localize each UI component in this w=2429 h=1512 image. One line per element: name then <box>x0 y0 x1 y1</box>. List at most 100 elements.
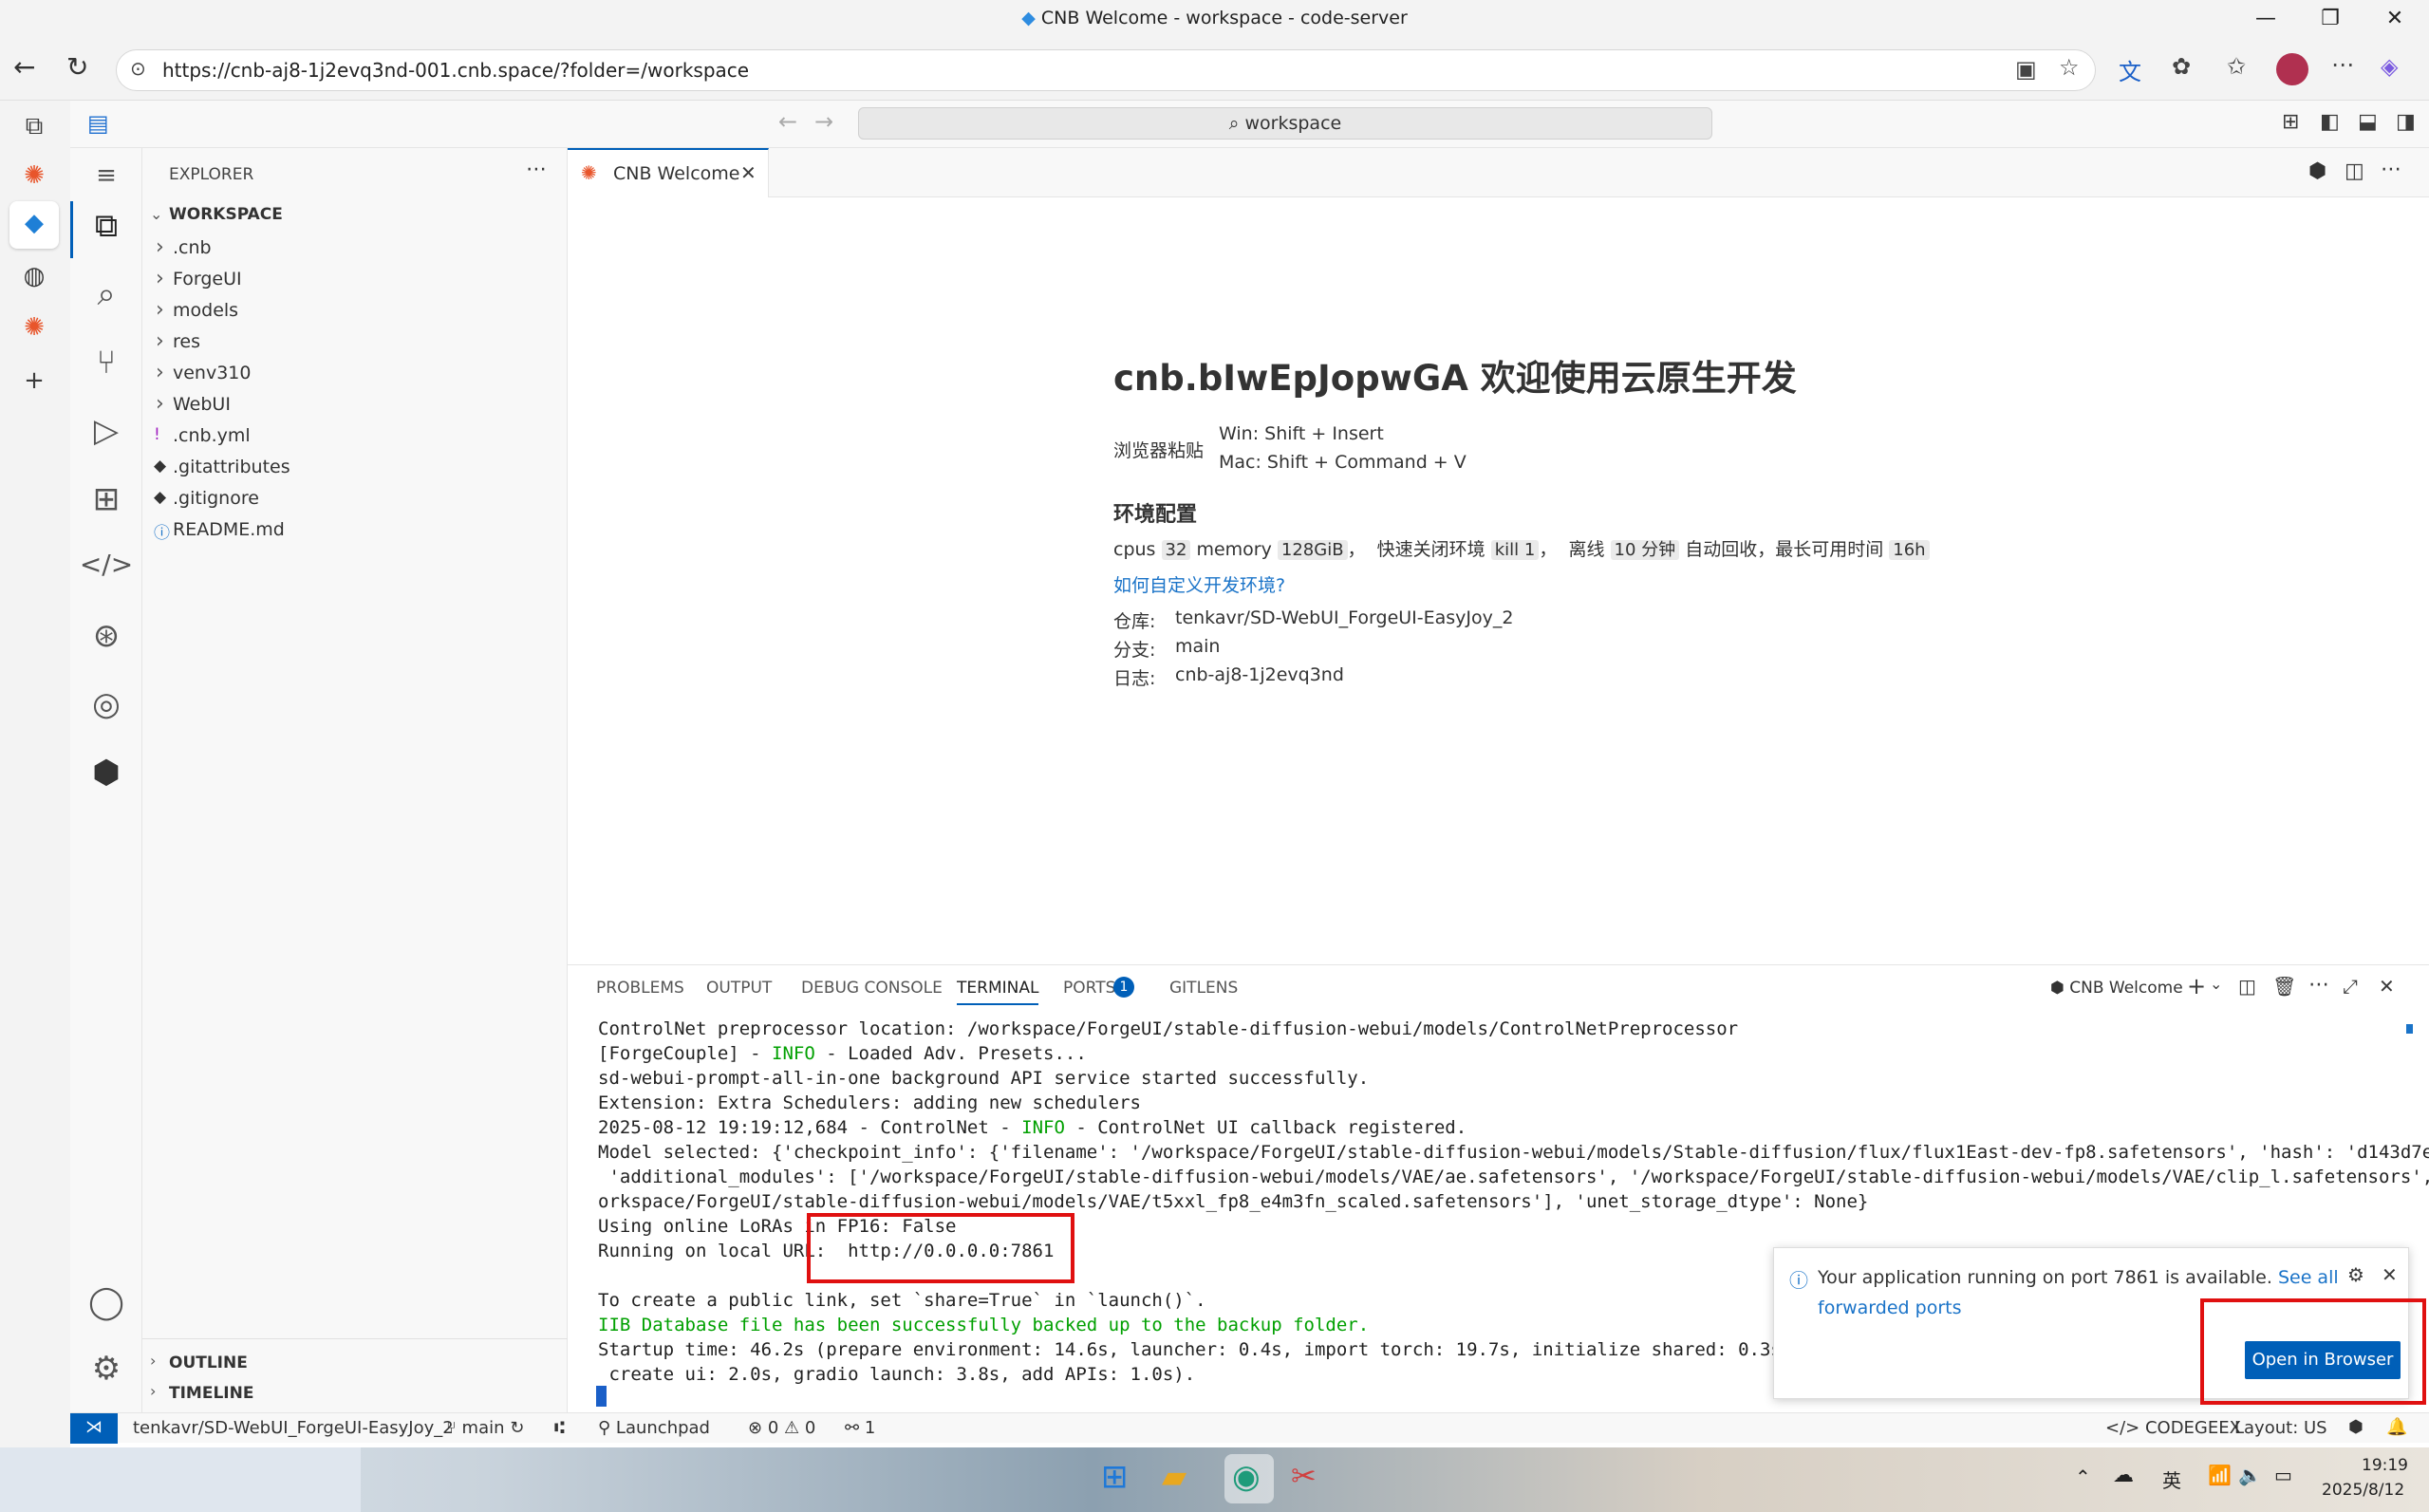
cloud-icon[interactable]: ☁ <box>2113 1464 2134 1487</box>
notification-settings-icon[interactable]: ⚙ <box>2347 1263 2364 1286</box>
minimize-button[interactable]: — <box>2236 0 2295 38</box>
kill-terminal-icon[interactable]: 🗑 <box>2272 975 2296 998</box>
codegeex-status[interactable]: </> CODEGEEX <box>2105 1418 2241 1438</box>
back-icon[interactable]: ← <box>13 51 35 83</box>
translate-icon[interactable]: 文 <box>2119 53 2141 86</box>
gitlens-status-icon[interactable]: ⑆ <box>554 1418 565 1438</box>
tab-cnb-welcome[interactable]: ✺ CNB Welcome ✕ <box>568 148 769 197</box>
windows-start-icon[interactable]: ⊞ <box>1101 1458 1129 1496</box>
cnb-tab-icon[interactable]: ✺ <box>17 161 51 190</box>
copilot-icon[interactable]: ◈ <box>2381 53 2398 80</box>
tree-folder[interactable]: › WebUI <box>142 392 568 420</box>
toggle-sidebar-icon[interactable]: ◧ <box>2320 110 2340 134</box>
close-window-button[interactable]: ✕ <box>2365 0 2424 38</box>
site-info-icon[interactable]: ⊙ <box>130 57 146 80</box>
gitlens-inspect-icon[interactable]: ◎ <box>70 685 142 723</box>
read-mode-icon[interactable]: ▣ <box>2015 56 2037 83</box>
close-tab-icon[interactable]: ✕ <box>740 161 757 184</box>
chevron-right-icon[interactable]: › <box>150 1382 156 1400</box>
branch-status[interactable]: ⑂ main ↻ <box>446 1418 524 1438</box>
tree-file[interactable]: ◆ .gitattributes <box>142 455 568 483</box>
wifi-icon[interactable]: 📶 <box>2208 1464 2232 1486</box>
snipping-tool-icon[interactable]: ✂ <box>1291 1458 1317 1494</box>
customize-layout-icon[interactable]: ⊞ <box>2282 110 2299 134</box>
clock-date[interactable]: 2025/8/12 <box>2322 1481 2404 1500</box>
forwarded-ports-link[interactable]: forwarded ports <box>1818 1297 1961 1318</box>
more-icon[interactable]: ⋯ <box>2331 51 2354 78</box>
command-center[interactable]: ⌕ workspace <box>858 107 1712 140</box>
explorer-more-icon[interactable]: ⋯ <box>526 158 547 181</box>
problems-status[interactable]: ⊗ 0 ⚠ 0 <box>748 1418 815 1438</box>
keyboard-layout[interactable]: Layout: US <box>2234 1418 2327 1438</box>
split-terminal-icon[interactable]: ◫ <box>2238 975 2256 998</box>
globe-tab-icon[interactable]: ◍ <box>17 262 51 290</box>
tree-file[interactable]: ⓘ README.md <box>142 517 568 546</box>
favorites-icon[interactable]: ✩ <box>2227 53 2246 80</box>
run-debug-icon[interactable]: ▷ <box>70 412 142 450</box>
tab-actions-icon[interactable]: ⧉ <box>17 112 51 141</box>
ports-status[interactable]: ⚯ 1 <box>845 1418 875 1438</box>
cnb-status-icon[interactable]: ⬢ <box>2348 1417 2364 1437</box>
close-panel-icon[interactable]: ✕ <box>2379 975 2395 998</box>
tree-folder[interactable]: › ForgeUI <box>142 267 568 295</box>
profile-avatar[interactable] <box>2276 53 2308 85</box>
tree-file[interactable]: ! .cnb.yml <box>142 423 568 452</box>
new-terminal-icon[interactable]: + <box>2187 973 2206 999</box>
refresh-icon[interactable]: ↻ <box>66 51 88 83</box>
tab-ports[interactable]: PORTS <box>1063 979 1115 998</box>
notifications-bell-icon[interactable]: 🔔 <box>2386 1417 2407 1437</box>
clock-time[interactable]: 19:19 <box>2362 1456 2408 1475</box>
address-bar[interactable]: ⊙ https://cnb-aj8-1j2evq3nd-001.cnb.spac… <box>116 49 2096 91</box>
accounts-icon[interactable]: ◯ <box>70 1283 142 1321</box>
outline-section[interactable]: OUTLINE <box>169 1353 248 1372</box>
source-control-icon[interactable]: ⑂ <box>70 344 142 382</box>
tab-debug-console[interactable]: DEBUG CONSOLE <box>801 979 943 998</box>
split-editor-icon[interactable]: ◫ <box>2345 159 2364 183</box>
close-notification-icon[interactable]: ✕ <box>2382 1263 2398 1286</box>
cnb-tab-icon-2[interactable]: ✺ <box>17 313 51 342</box>
tab-output[interactable]: OUTPUT <box>706 979 772 998</box>
workspace-section[interactable]: WORKSPACE <box>169 205 283 224</box>
tree-file[interactable]: ◆ .gitignore <box>142 486 568 514</box>
repo-value[interactable]: tenkavr/SD-WebUI_ForgeUI-EasyJoy_2 <box>1175 607 1513 628</box>
toggle-panel-icon[interactable]: ⬓ <box>2358 110 2378 134</box>
timeline-section[interactable]: TIMELINE <box>169 1384 253 1403</box>
tree-folder[interactable]: › res <box>142 329 568 358</box>
tab-gitlens[interactable]: GITLENS <box>1169 979 1238 998</box>
new-tab-icon[interactable]: + <box>17 366 51 395</box>
customize-env-link[interactable]: 如何自定义开发环境? <box>1113 571 1285 597</box>
menu-icon[interactable]: ≡ <box>70 161 142 190</box>
battery-icon[interactable]: ▭ <box>2274 1464 2292 1486</box>
show-hidden-icons[interactable]: ⌃ <box>2075 1465 2091 1488</box>
tree-folder[interactable]: › .cnb <box>142 235 568 264</box>
file-explorer-icon[interactable]: ▰ <box>1162 1458 1186 1496</box>
log-value[interactable]: cnb-aj8-1j2evq3nd <box>1175 664 1344 685</box>
editor-more-icon[interactable]: ⋯ <box>2381 158 2401 181</box>
chevron-down-icon[interactable]: ⌄ <box>150 205 162 223</box>
tree-folder[interactable]: › venv310 <box>142 361 568 389</box>
tab-problems[interactable]: PROBLEMS <box>596 979 684 998</box>
extensions-view-icon[interactable]: ⊞ <box>70 480 142 518</box>
extensions-icon[interactable]: ✿ <box>2172 53 2191 80</box>
panel-more-icon[interactable]: ⋯ <box>2308 973 2329 997</box>
explorer-icon[interactable]: ⧉ <box>70 207 142 245</box>
codegeex-icon[interactable]: </> <box>70 549 142 580</box>
terminal-selector[interactable]: ⬢ CNB Welcome <box>2050 979 2183 998</box>
nav-back-icon[interactable]: ← <box>778 108 797 135</box>
nav-forward-icon[interactable]: → <box>814 108 833 135</box>
gitlens-icon[interactable]: ⊛ <box>70 617 142 655</box>
ime-indicator[interactable]: 英 <box>2162 1465 2181 1493</box>
maximize-panel-icon[interactable]: ⤢ <box>2343 975 2358 998</box>
vscode-tab-icon[interactable]: ◆ <box>17 209 51 237</box>
manage-gear-icon[interactable]: ⚙ <box>70 1350 142 1388</box>
cnb-extension-icon[interactable]: ⬢ <box>70 754 142 792</box>
remote-name[interactable]: tenkavr/SD-WebUI_ForgeUI-EasyJoy_2 <box>133 1418 454 1438</box>
tab-terminal[interactable]: TERMINAL <box>957 979 1039 1005</box>
terminal-dropdown-icon[interactable]: ⌄ <box>2210 975 2222 993</box>
launchpad-status[interactable]: ⚲ Launchpad <box>598 1418 710 1438</box>
remote-indicator-icon[interactable]: ⋊ <box>70 1413 118 1444</box>
scrollbar-marker[interactable] <box>2406 1024 2413 1034</box>
toggle-secondary-sidebar-icon[interactable]: ◨ <box>2396 110 2416 134</box>
volume-icon[interactable]: 🔈 <box>2238 1464 2262 1486</box>
chevron-right-icon[interactable]: › <box>150 1352 156 1370</box>
